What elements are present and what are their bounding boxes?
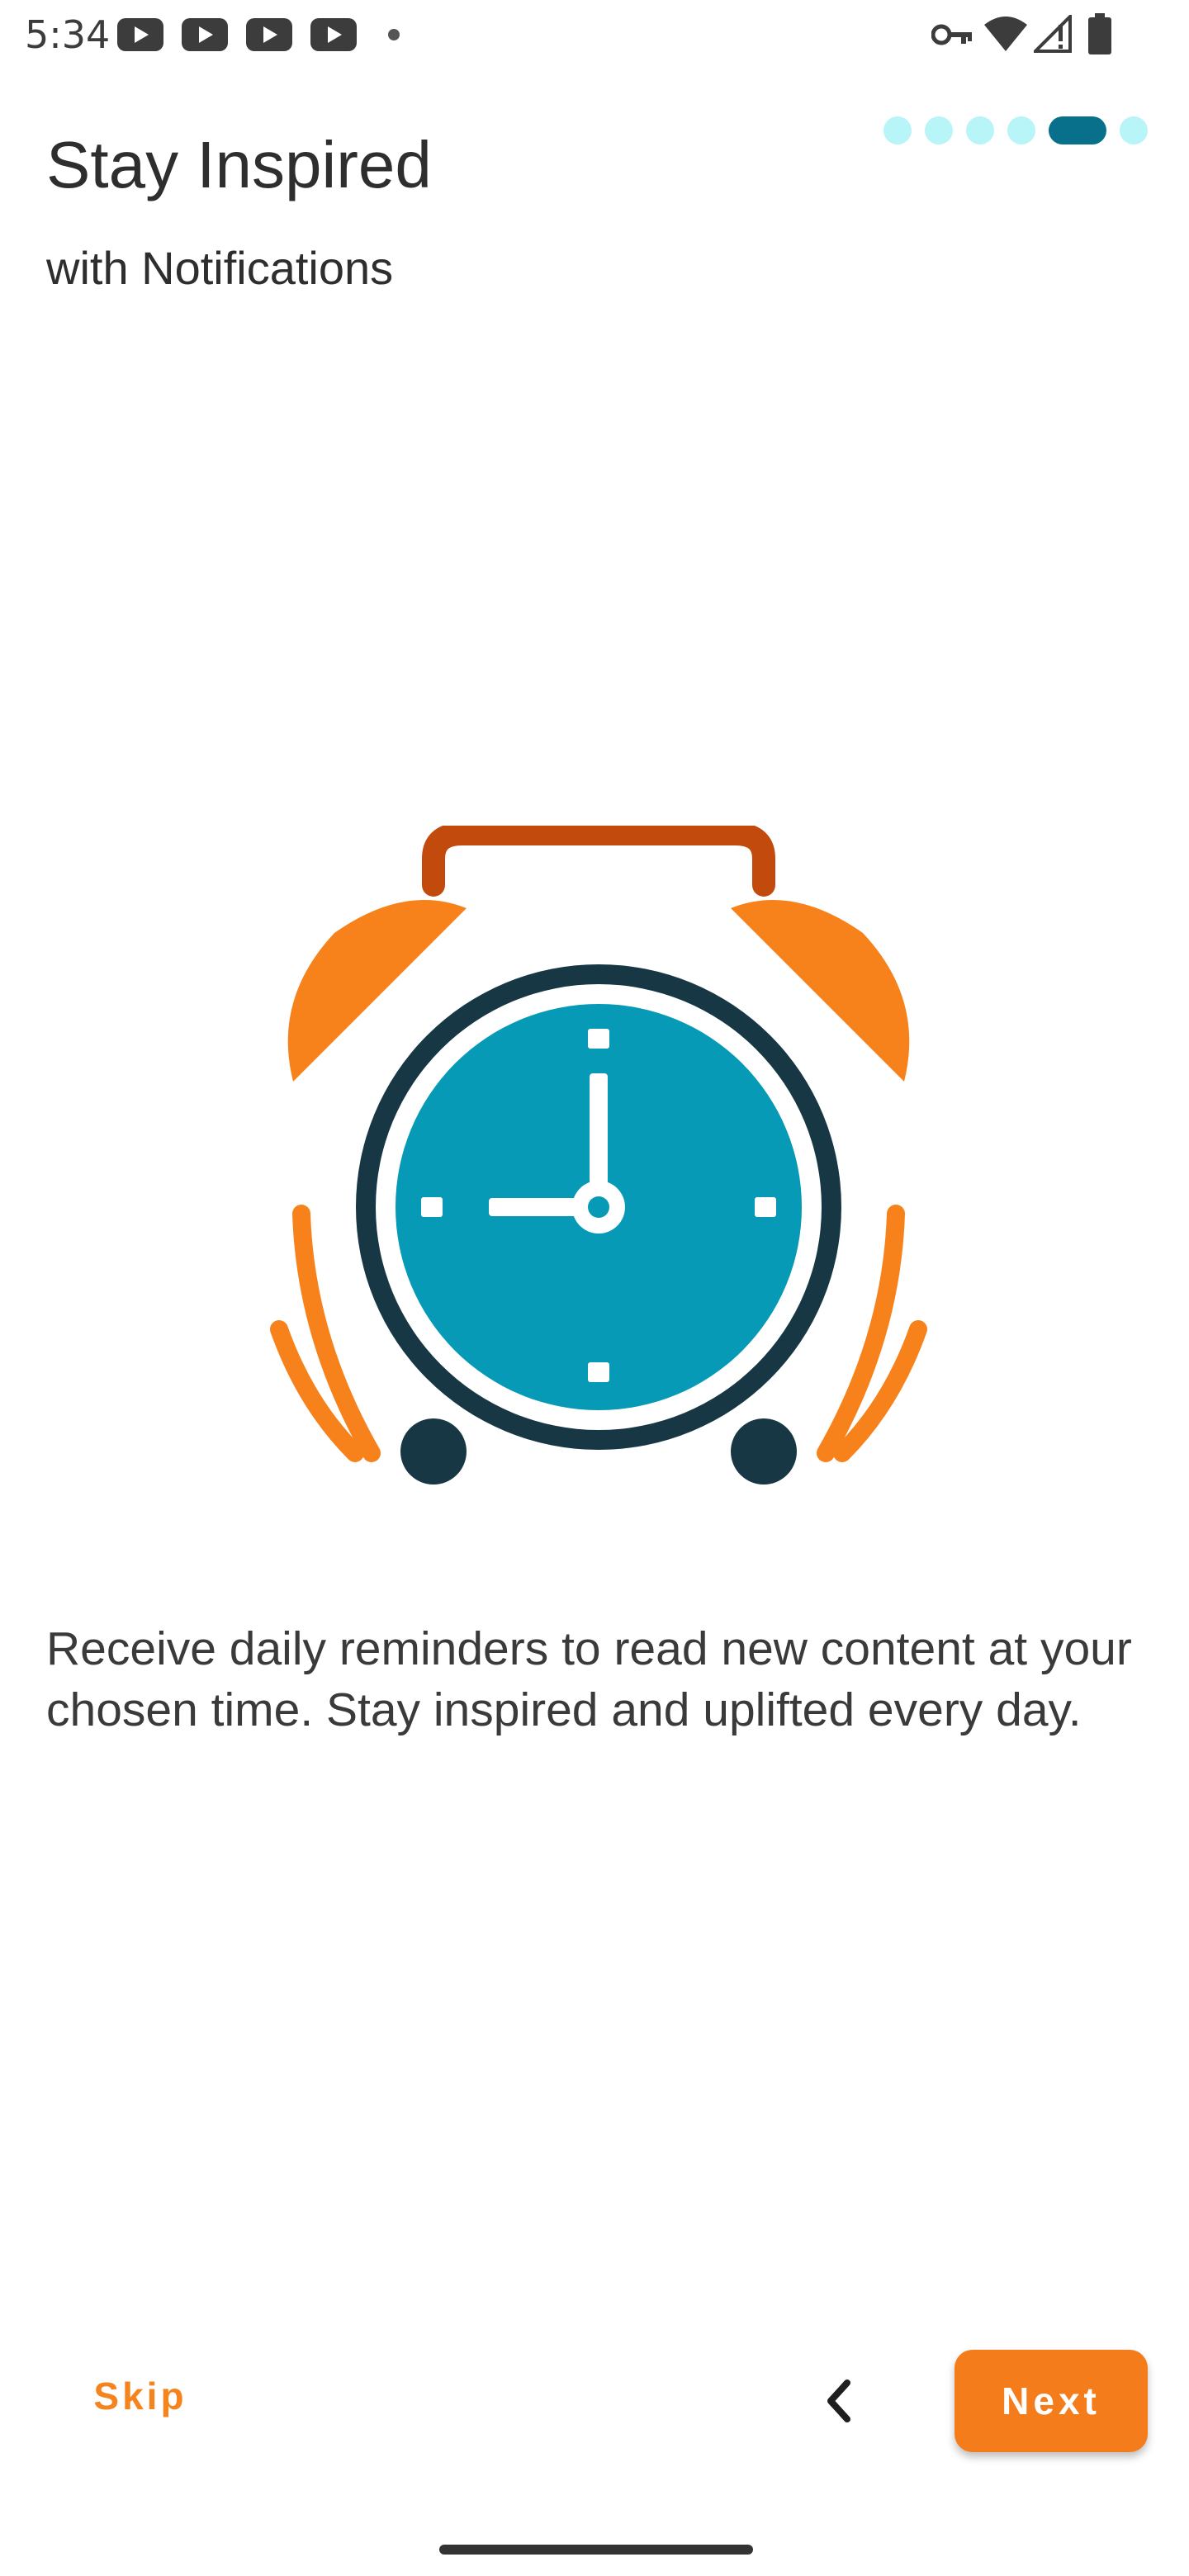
youtube-icon — [117, 18, 163, 51]
more-notifications-dot — [388, 29, 400, 40]
youtube-icon — [310, 18, 357, 51]
onboarding-screen: 5:34 Stay Inspired with Notifications Re… — [0, 0, 1189, 2576]
back-button[interactable] — [798, 2358, 880, 2441]
description-text: Receive daily reminders to read new cont… — [46, 1622, 1132, 1736]
youtube-icon — [246, 18, 292, 51]
skip-button[interactable]: Skip — [74, 2355, 206, 2437]
home-indicator[interactable] — [439, 2545, 753, 2555]
page-dot-1 — [883, 116, 912, 144]
status-bar: 5:34 — [0, 0, 1189, 69]
vpn-key-icon — [931, 24, 972, 45]
signal-icon — [1034, 15, 1072, 53]
page-dot-3 — [966, 116, 994, 144]
page-dot-2 — [925, 116, 953, 144]
wifi-icon — [984, 17, 1027, 51]
page-title: Stay Inspired — [46, 128, 432, 201]
status-time: 5:34 — [25, 12, 111, 57]
chevron-left-icon — [827, 2379, 850, 2422]
battery-icon — [1088, 13, 1111, 54]
youtube-icon — [182, 18, 228, 51]
page-dot-6 — [1120, 116, 1148, 144]
page-dot-5-active — [1049, 116, 1106, 144]
page-dot-4 — [1007, 116, 1035, 144]
page-indicator — [883, 116, 1148, 145]
page-subtitle: with Notifications — [46, 242, 394, 294]
next-button[interactable]: Next — [955, 2350, 1148, 2452]
alarm-clock-icon — [270, 826, 927, 1485]
